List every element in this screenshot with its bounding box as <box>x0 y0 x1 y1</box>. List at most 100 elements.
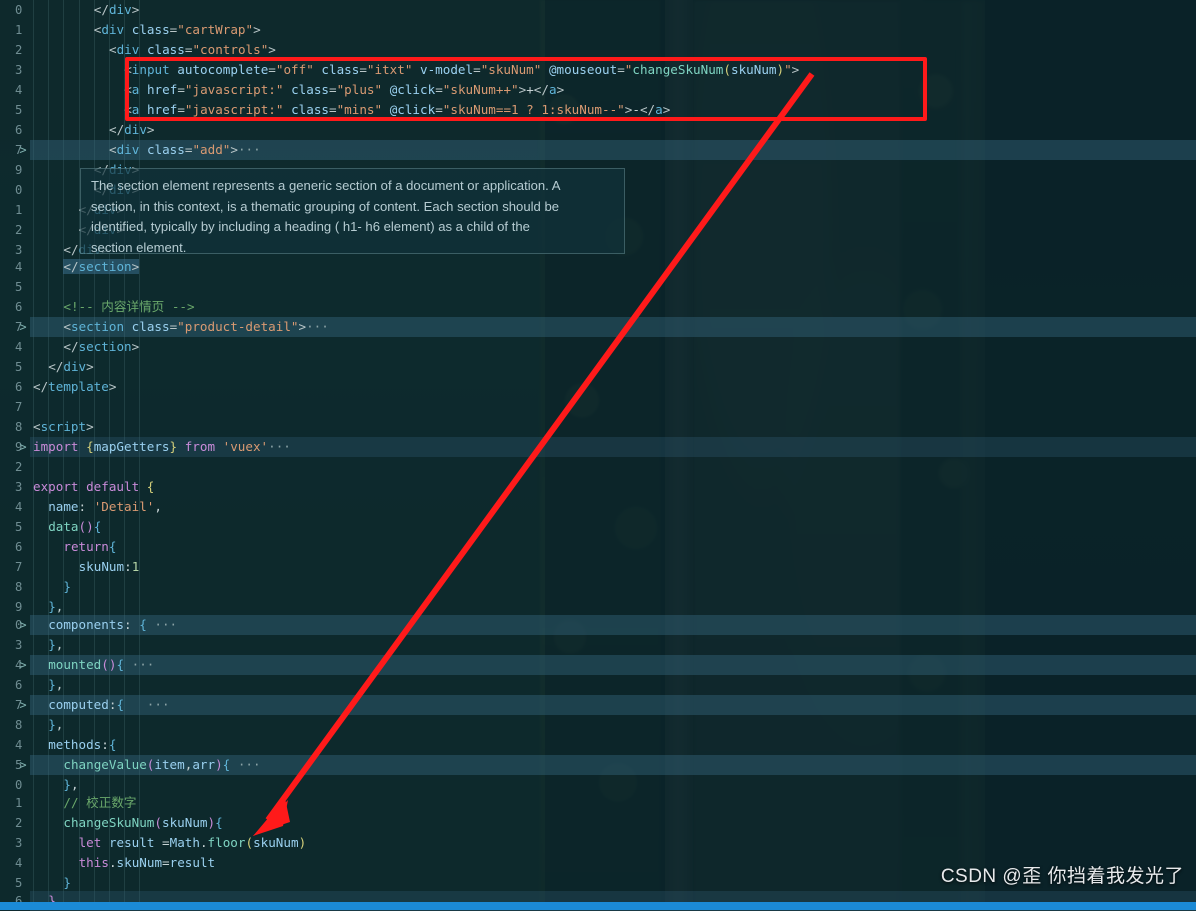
code-token: ··· <box>124 697 170 712</box>
code-token: methods <box>48 737 102 752</box>
code-line-text: changeSkuNum(skuNum){ <box>63 813 222 833</box>
code-line-text: changeValue(item,arr){ ··· <box>63 755 260 775</box>
code-token: computed <box>48 697 109 712</box>
code-line[interactable]: 7 > computed:{ ··· <box>0 695 1196 715</box>
editor-code-area[interactable]: 0 </div> 1 <div class="cartWrap"> 2 <div clas… <box>0 0 1196 911</box>
code-line[interactable]: 6}, <box>0 675 1196 695</box>
code-line[interactable]: 4 > mounted(){ ··· <box>0 655 1196 675</box>
code-line[interactable]: 8} <box>0 577 1196 597</box>
code-token: class <box>131 319 170 334</box>
code-line[interactable]: 5 <box>0 277 1196 297</box>
code-token: div <box>108 2 132 17</box>
code-line[interactable]: 2 changeSkuNum(skuNum){ <box>0 813 1196 833</box>
code-line[interactable]: 6 return{ <box>0 537 1196 557</box>
code-line-text: </div> <box>94 0 140 20</box>
code-token: template <box>48 379 109 394</box>
code-line[interactable]: 2 <box>0 457 1196 477</box>
hover-tooltip: The section element represents a generic… <box>80 168 625 255</box>
code-line[interactable]: 1 <div class="cartWrap"> <box>0 20 1196 40</box>
code-line[interactable]: 4 name: 'Detail', <box>0 497 1196 517</box>
line-number: 2 <box>14 460 22 474</box>
code-line[interactable]: 6 </div> <box>0 120 1196 140</box>
line-number: 3 <box>14 638 22 652</box>
line-number: 0 <box>14 183 22 197</box>
code-line[interactable]: 5 > changeValue(item,arr){ ··· <box>0 755 1196 775</box>
code-line-text: }, <box>48 597 63 617</box>
code-token: > <box>108 379 117 394</box>
code-line[interactable]: 0 > components: { ··· <box>0 615 1196 635</box>
code-line[interactable]: 0}, <box>0 775 1196 795</box>
code-line[interactable]: 8 <script> <box>0 417 1196 437</box>
fold-chevron-icon[interactable]: > <box>16 755 30 775</box>
fold-chevron-icon[interactable]: > <box>16 140 30 160</box>
code-token: "add" <box>192 142 231 157</box>
code-line-text: components: { ··· <box>48 615 177 635</box>
code-line[interactable]: 0 </div> <box>0 0 1196 20</box>
code-line[interactable]: 8}, <box>0 715 1196 735</box>
code-line[interactable]: 4 </section> <box>0 257 1196 277</box>
fold-chevron-icon[interactable]: > <box>16 615 30 635</box>
code-token: > <box>268 42 276 57</box>
code-line[interactable]: 9}, <box>0 597 1196 617</box>
code-line[interactable]: 7 <box>0 397 1196 417</box>
code-token: , <box>55 717 64 732</box>
line-number: 4 <box>14 500 22 514</box>
code-line[interactable]: 6 </template> <box>0 377 1196 397</box>
code-token: div <box>124 122 147 137</box>
code-token: = <box>154 835 170 850</box>
code-token: , <box>70 777 79 792</box>
line-number: 6 <box>14 678 22 692</box>
code-token: > <box>86 359 94 374</box>
code-line[interactable]: 4 </section> <box>0 337 1196 357</box>
line-number: 3 <box>14 480 22 494</box>
fold-chevron-icon[interactable]: > <box>16 695 30 715</box>
line-number: 6 <box>14 540 22 554</box>
code-line-text: methods:{ <box>48 735 116 755</box>
code-line[interactable]: 1 // 校正数字 <box>0 793 1196 813</box>
code-line-text: <script> <box>33 417 94 437</box>
line-number: 8 <box>14 420 22 434</box>
code-token: } <box>63 777 71 792</box>
code-line[interactable]: 4 methods:{ <box>0 735 1196 755</box>
line-number: 3 <box>14 836 22 850</box>
code-token: ··· <box>237 142 261 157</box>
code-line[interactable]: 3 let result =Math.floor(skuNum) <box>0 833 1196 853</box>
code-line[interactable]: 7 > <div class="add">··· <box>0 140 1196 160</box>
status-bar[interactable] <box>0 902 1196 910</box>
fold-chevron-icon[interactable]: > <box>16 655 30 675</box>
code-line[interactable]: 7 skuNum:1 <box>0 557 1196 577</box>
code-token: : <box>124 559 132 574</box>
fold-chevron-icon[interactable]: > <box>16 317 30 337</box>
code-line[interactable]: 3}, <box>0 635 1196 655</box>
code-token: class <box>146 42 185 57</box>
code-line[interactable]: 5 data(){ <box>0 517 1196 537</box>
code-token: arr <box>192 757 216 772</box>
code-token: changeSkuNum <box>63 815 155 830</box>
code-line[interactable]: 6 <!-- 内容详情页 --> <box>0 297 1196 317</box>
code-token: . <box>108 855 117 870</box>
code-token: ··· <box>306 319 329 334</box>
line-number: 5 <box>14 103 22 117</box>
code-token: } <box>63 579 71 594</box>
code-token: default <box>86 479 140 494</box>
code-line[interactable]: 7 > <section class="product-detail">··· <box>0 317 1196 337</box>
fold-chevron-icon[interactable]: > <box>16 437 30 457</box>
code-token: item <box>154 757 185 772</box>
code-line[interactable]: 9 > import {mapGetters} from 'vuex'··· <box>0 437 1196 457</box>
line-number: 7 <box>14 560 22 574</box>
code-token: ) <box>298 835 307 850</box>
code-line[interactable]: 5 </div> <box>0 357 1196 377</box>
line-number: 0 <box>14 3 22 17</box>
code-token: return <box>63 539 109 554</box>
code-line-text: </section> <box>63 257 140 277</box>
line-number: 8 <box>14 580 22 594</box>
code-editor-pane[interactable]: 0 </div> 1 <div class="cartWrap"> 2 <div clas… <box>0 0 1196 911</box>
red-highlight-box <box>125 57 927 121</box>
code-token: > <box>146 122 155 137</box>
code-line-text: this.skuNum=result <box>79 853 216 873</box>
code-line[interactable]: 3 export default { <box>0 477 1196 497</box>
code-line-text: </div> <box>109 120 155 140</box>
